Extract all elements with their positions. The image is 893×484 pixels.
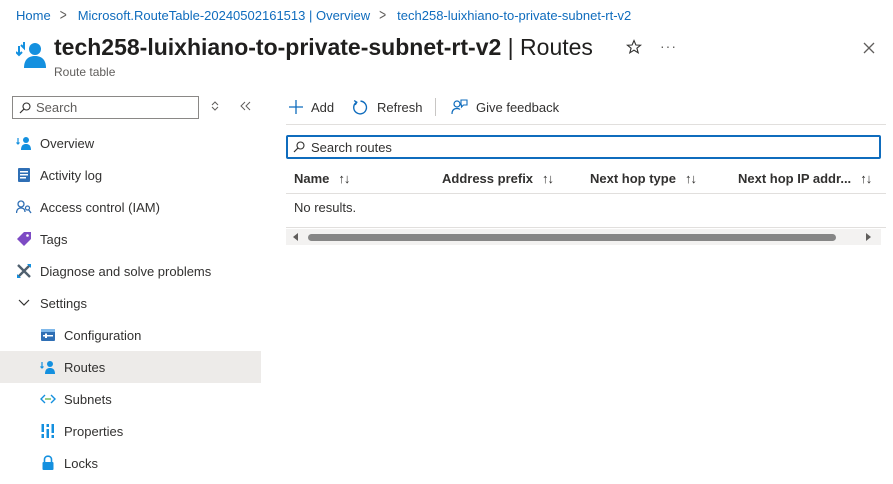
sort-icon: ↑↓ <box>684 170 697 186</box>
sidebar-item-label: Configuration <box>64 327 142 343</box>
search-icon <box>293 141 305 153</box>
add-button-label: Add <box>311 99 335 115</box>
sidebar-item-label: Settings <box>40 295 87 311</box>
configuration-icon <box>41 329 55 341</box>
star-icon[interactable] <box>626 39 642 55</box>
column-header-next-hop-type[interactable]: Next hop type ↑↓ <box>590 162 697 194</box>
scroll-left-icon[interactable] <box>293 233 298 241</box>
plus-icon <box>289 100 303 114</box>
column-label: Next hop IP addr... <box>738 170 852 186</box>
sidebar-item-tags[interactable]: Tags <box>0 223 261 255</box>
column-header-name[interactable]: Name ↑↓ <box>294 162 350 194</box>
breadcrumb: Home > Microsoft.RouteTable-202405021615… <box>16 5 631 25</box>
route-search-input[interactable] <box>311 139 851 155</box>
sidebar-item-label: Activity log <box>40 167 103 183</box>
column-header-next-hop-ip[interactable]: Next hop IP addr... ↑↓ <box>738 162 872 194</box>
column-label: Name <box>294 170 330 186</box>
scrollbar-thumb[interactable] <box>308 234 836 241</box>
breadcrumb-resource-link[interactable]: tech258-luixhiano-to-private-subnet-rt-v… <box>397 8 631 23</box>
breadcrumb-overview-link[interactable]: Microsoft.RouteTable-20240502161513 | Ov… <box>78 8 370 23</box>
sidebar-item-overview[interactable]: Overview <box>0 127 261 159</box>
route-table-icon <box>16 42 46 68</box>
expand-collapse-icon[interactable] <box>209 100 221 112</box>
sidebar-item-iam[interactable]: Access control (IAM) <box>0 191 261 223</box>
sidebar-item-label: Routes <box>64 359 106 375</box>
sort-icon: ↑↓ <box>860 170 872 186</box>
sidebar-item-label: Properties <box>64 423 124 439</box>
grid-divider <box>286 227 886 228</box>
sidebar-item-label: Subnets <box>64 391 112 407</box>
collapse-sidebar-icon[interactable] <box>238 100 252 112</box>
wrench-icon <box>17 264 31 278</box>
routes-grid-header: Name ↑↓ Address prefix ↑↓ Next hop type … <box>286 162 886 194</box>
horizontal-scrollbar[interactable] <box>286 229 881 245</box>
sidebar-item-diagnose[interactable]: Diagnose and solve problems <box>0 255 261 287</box>
properties-icon <box>41 424 55 438</box>
sidebar-item-label: Overview <box>40 135 95 151</box>
search-icon <box>19 101 31 113</box>
tag-icon <box>17 232 31 246</box>
sidebar-item-label: Access control (IAM) <box>40 199 160 215</box>
sidebar-group-settings[interactable]: Settings <box>0 287 261 319</box>
sidebar-item-locks[interactable]: Locks <box>0 447 261 479</box>
column-label: Next hop type <box>590 170 676 186</box>
give-feedback-label: Give feedback <box>476 99 560 115</box>
toolbar-divider <box>435 98 436 116</box>
sidebar-item-activity-log[interactable]: Activity log <box>0 159 261 191</box>
sidebar-search[interactable] <box>12 96 199 119</box>
resource-type: Route table <box>54 65 116 79</box>
breadcrumb-home-link[interactable]: Home <box>16 8 51 23</box>
refresh-button[interactable]: Refresh <box>352 96 423 118</box>
sidebar-item-label: Locks <box>64 455 98 471</box>
sidebar-item-label: Tags <box>40 231 68 247</box>
route-search[interactable] <box>286 135 881 159</box>
column-label: Address prefix <box>442 170 534 186</box>
resource-name: tech258-luixhiano-to-private-subnet-rt-v… <box>54 34 502 60</box>
page-title: tech258-luixhiano-to-private-subnet-rt-v… <box>54 34 593 61</box>
close-icon[interactable] <box>861 40 877 56</box>
sidebar-nav: Overview Activity log Access control (IA… <box>0 127 261 479</box>
refresh-button-label: Refresh <box>377 99 423 115</box>
refresh-icon <box>353 99 368 115</box>
iam-icon <box>16 200 32 214</box>
page-section: | Routes <box>501 34 593 60</box>
scroll-right-icon[interactable] <box>866 233 871 241</box>
add-button[interactable]: Add <box>289 96 334 118</box>
feedback-icon <box>451 99 468 115</box>
sidebar-item-subnets[interactable]: Subnets <box>0 383 261 415</box>
overview-icon <box>16 137 31 150</box>
empty-state-text: No results. <box>294 200 357 215</box>
activity-log-icon <box>18 168 30 182</box>
lock-icon <box>42 455 54 470</box>
routes-icon <box>40 361 55 374</box>
chevron-right-icon: > <box>59 5 67 25</box>
toolbar-separator <box>286 124 886 125</box>
sidebar-item-routes[interactable]: Routes <box>0 351 261 383</box>
sidebar-search-input[interactable] <box>36 100 186 115</box>
sort-icon: ↑↓ <box>338 170 350 186</box>
chevron-right-icon: > <box>379 5 387 25</box>
sidebar-item-properties[interactable]: Properties <box>0 415 261 447</box>
column-header-address-prefix[interactable]: Address prefix ↑↓ <box>442 162 554 194</box>
sidebar-item-configuration[interactable]: Configuration <box>0 319 261 351</box>
more-options-icon[interactable]: ··· <box>660 38 677 54</box>
sort-icon: ↑↓ <box>542 170 554 186</box>
chevron-down-icon <box>18 299 30 306</box>
sidebar-item-label: Diagnose and solve problems <box>40 263 212 279</box>
subnet-icon <box>40 394 56 404</box>
give-feedback-button[interactable]: Give feedback <box>451 96 559 118</box>
